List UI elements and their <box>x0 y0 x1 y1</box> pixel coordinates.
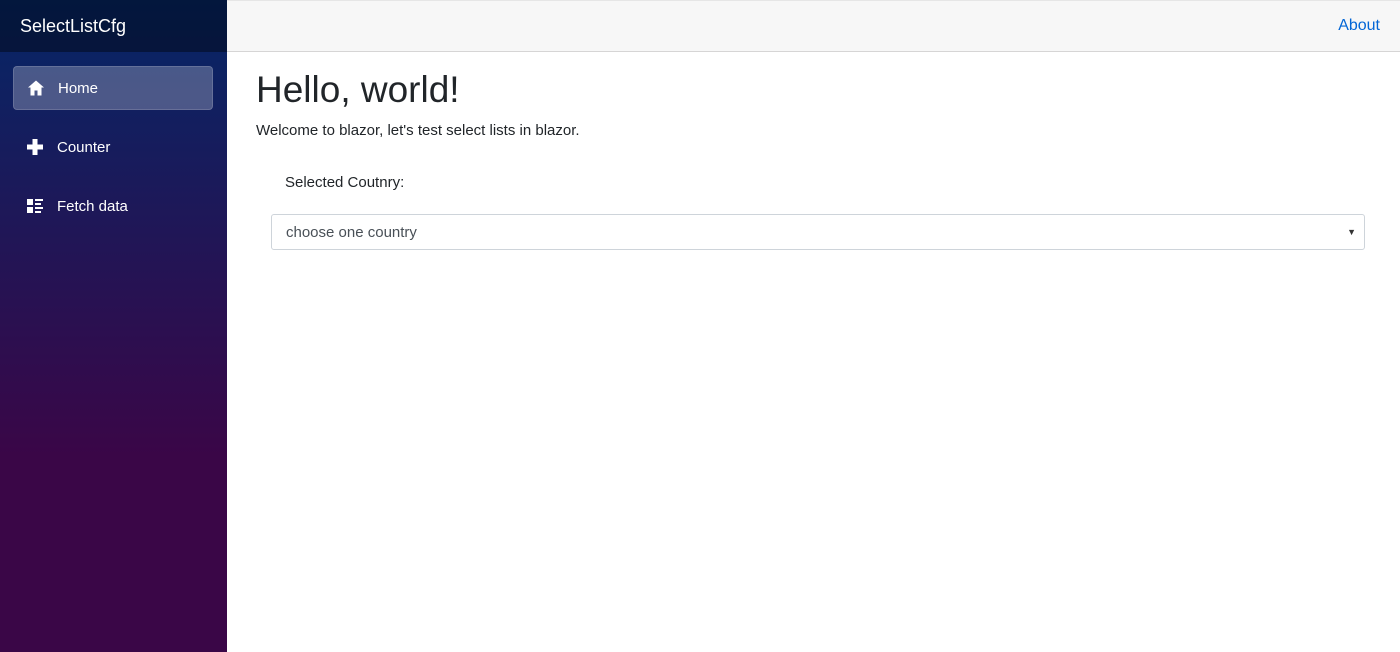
sidebar-item-label: Home <box>58 79 99 97</box>
about-link[interactable]: About <box>1338 17 1380 35</box>
sidebar-nav: Home Counter Fetch data <box>0 52 227 228</box>
country-select-value: choose one country <box>286 223 417 241</box>
welcome-text: Welcome to blazor, let's test select lis… <box>256 122 580 139</box>
plus-icon <box>26 138 44 156</box>
country-select[interactable]: choose one country ▼ <box>271 214 1365 250</box>
page-title: Hello, world! <box>256 69 460 110</box>
main-content: Hello, world! Welcome to blazor, let's t… <box>256 52 1376 250</box>
home-icon <box>27 79 45 97</box>
sidebar-item-fetch-data[interactable]: Fetch data <box>13 184 213 228</box>
sidebar-item-counter[interactable]: Counter <box>13 125 213 169</box>
sidebar-item-label: Counter <box>57 138 111 156</box>
sidebar-item-label: Fetch data <box>57 197 128 215</box>
app-brand[interactable]: SelectListCfg <box>0 0 227 52</box>
caret-down-icon: ▼ <box>1347 227 1356 237</box>
country-label: Selected Coutnry: <box>285 174 405 191</box>
list-rich-icon <box>26 197 44 215</box>
top-bar: About <box>227 0 1400 52</box>
sidebar: SelectListCfg Home Counter Fetch data <box>0 0 227 652</box>
sidebar-item-home[interactable]: Home <box>13 66 213 110</box>
